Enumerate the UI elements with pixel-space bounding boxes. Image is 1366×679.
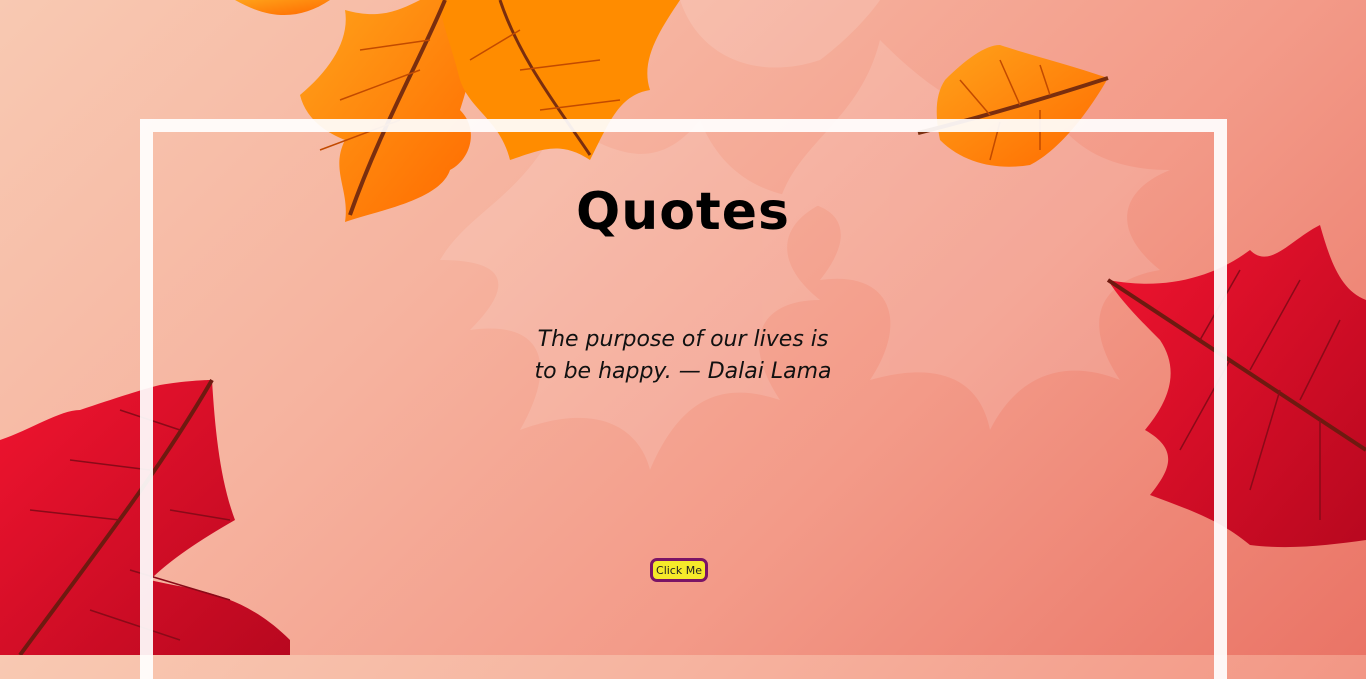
page-title: Quotes <box>575 182 791 242</box>
click-me-button[interactable]: Click Me <box>650 558 708 582</box>
quote-text: The purpose of our lives is to be happy.… <box>534 327 832 384</box>
